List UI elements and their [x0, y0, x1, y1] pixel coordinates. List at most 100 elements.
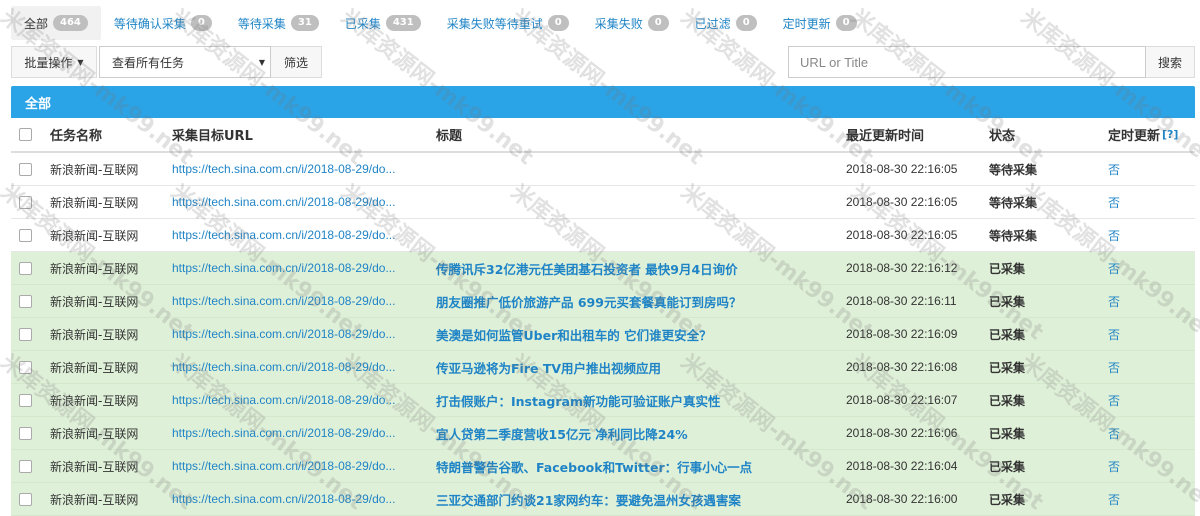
status-text: 已采集: [989, 426, 1026, 441]
scheduled-toggle-link[interactable]: 否: [1108, 351, 1193, 383]
table-row: 新浪新闻-互联网 https://tech.sina.com.cn/i/2018-…: [11, 384, 1195, 417]
target-url-link[interactable]: https://tech.sina.com.cn/i/2018-08-29/do…: [172, 483, 427, 515]
row-checkbox[interactable]: [19, 261, 32, 275]
target-url-link[interactable]: https://tech.sina.com.cn/i/2018-08-29/do…: [172, 351, 427, 383]
tab-failed-retry[interactable]: 采集失败等待重试 0: [434, 6, 582, 40]
table-row: 新浪新闻-互联网 https://tech.sina.com.cn/i/2018-…: [11, 153, 1195, 186]
filter-button[interactable]: 筛选: [271, 46, 322, 78]
article-title-link[interactable]: 美澳是如何监管Uber和出租车的 它们谁更安全？: [436, 318, 836, 350]
task-name: 新浪新闻-互联网: [50, 393, 139, 408]
scheduled-toggle-link[interactable]: 否: [1108, 153, 1193, 185]
target-url-link[interactable]: https://tech.sina.com.cn/i/2018-08-29/do…: [172, 417, 427, 449]
row-checkbox[interactable]: [19, 294, 32, 308]
row-checkbox[interactable]: [19, 327, 32, 341]
article-title-link[interactable]: 打击假账户：Instagram新功能可验证账户真实性: [436, 384, 836, 416]
scheduled-toggle-link[interactable]: 否: [1108, 450, 1193, 482]
row-checkbox[interactable]: [19, 228, 32, 242]
task-name: 新浪新闻-互联网: [50, 228, 139, 243]
status-text: 已采集: [989, 327, 1026, 342]
scheduled-toggle-link[interactable]: 否: [1108, 417, 1193, 449]
scheduled-toggle-link[interactable]: 否: [1108, 285, 1193, 317]
select-all-checkbox[interactable]: [19, 128, 32, 141]
scheduled-toggle-link[interactable]: 否: [1108, 318, 1193, 350]
update-time: 2018-08-30 22:16:05: [846, 228, 958, 242]
status-text: 等待采集: [989, 195, 1038, 210]
row-checkbox-cell: [19, 153, 33, 185]
table-row: 新浪新闻-互联网 https://tech.sina.com.cn/i/2018-…: [11, 483, 1195, 516]
bulk-actions-dropdown[interactable]: 批量操作 ▼: [11, 46, 97, 78]
row-checkbox[interactable]: [19, 393, 32, 407]
status-text: 已采集: [989, 294, 1026, 309]
row-checkbox[interactable]: [19, 162, 32, 176]
table-row: 新浪新闻-互联网 https://tech.sina.com.cn/i/2018-…: [11, 417, 1195, 450]
task-view-select[interactable]: 查看所有任务 ▼: [99, 46, 271, 78]
tab-label: 全部: [24, 16, 49, 31]
tab-all[interactable]: 全部 464: [11, 6, 101, 40]
table-row: 新浪新闻-互联网 https://tech.sina.com.cn/i/2018-…: [11, 186, 1195, 219]
row-checkbox-cell: [19, 450, 33, 482]
tab-collected[interactable]: 已采集 431: [332, 6, 434, 40]
row-checkbox[interactable]: [19, 195, 32, 209]
article-title-link[interactable]: 传腾讯斥32亿港元任美团基石投资者 最快9月4日询价: [436, 252, 836, 284]
target-url-link[interactable]: https://tech.sina.com.cn/i/2018-08-29/do…: [172, 450, 427, 482]
scheduled-toggle-link[interactable]: 否: [1108, 384, 1193, 416]
target-url-link[interactable]: https://tech.sina.com.cn/i/2018-08-29/do…: [172, 219, 427, 251]
target-url-link[interactable]: https://tech.sina.com.cn/i/2018-08-29/do…: [172, 384, 427, 416]
toolbar: 批量操作 ▼ 查看所有任务 ▼ 筛选: [11, 46, 322, 78]
update-time: 2018-08-30 22:16:05: [846, 195, 958, 209]
target-url-link[interactable]: https://tech.sina.com.cn/i/2018-08-29/do…: [172, 186, 427, 218]
row-checkbox[interactable]: [19, 459, 32, 473]
panel-title: 全部: [11, 86, 1195, 118]
count-badge: 0: [835, 15, 857, 31]
task-name: 新浪新闻-互联网: [50, 195, 139, 210]
table-row: 新浪新闻-互联网 https://tech.sina.com.cn/i/2018-…: [11, 252, 1195, 285]
status-tabs: 全部 464 等待确认采集 0 等待采集 31 已采集 431 采集失败等待重试 0 采集…: [11, 6, 870, 40]
tab-filtered[interactable]: 已过滤 0: [682, 6, 770, 40]
count-badge: 0: [547, 15, 569, 31]
task-name: 新浪新闻-互联网: [50, 261, 139, 276]
target-url-link[interactable]: https://tech.sina.com.cn/i/2018-08-29/do…: [172, 285, 427, 317]
article-title-link[interactable]: 宜人贷第二季度营收15亿元 净利同比降24%: [436, 417, 836, 449]
header-title: 标题: [436, 129, 463, 144]
target-url-link[interactable]: https://tech.sina.com.cn/i/2018-08-29/do…: [172, 252, 427, 284]
task-name: 新浪新闻-互联网: [50, 360, 139, 375]
header-status: 状态: [989, 129, 1016, 144]
row-checkbox[interactable]: [19, 426, 32, 440]
header-scheduled: 定时更新 [?]: [1108, 118, 1193, 151]
row-checkbox-cell: [19, 285, 33, 317]
scheduled-toggle-link[interactable]: 否: [1108, 483, 1193, 515]
task-name: 新浪新闻-互联网: [50, 327, 139, 342]
tab-failed[interactable]: 采集失败 0: [582, 6, 682, 40]
target-url-link[interactable]: https://tech.sina.com.cn/i/2018-08-29/do…: [172, 318, 427, 350]
status-text: 已采集: [989, 393, 1026, 408]
article-title-link[interactable]: 特朗普警告谷歌、Facebook和Twitter：行事小心一点: [436, 450, 836, 482]
task-name: 新浪新闻-互联网: [50, 294, 139, 309]
help-link[interactable]: [?]: [1162, 128, 1178, 141]
tab-pending[interactable]: 等待采集 31: [225, 6, 332, 40]
article-title-link[interactable]: 三亚交通部门约谈21家网约车：要避免温州女孩遇害案: [436, 483, 836, 515]
bulk-actions-label: 批量操作: [24, 55, 73, 70]
search-button[interactable]: 搜索: [1146, 46, 1195, 78]
row-checkbox-cell: [19, 186, 33, 218]
status-text: 等待采集: [989, 228, 1038, 243]
tab-scheduled[interactable]: 定时更新 0: [770, 6, 870, 40]
scheduled-toggle-link[interactable]: 否: [1108, 252, 1193, 284]
row-checkbox[interactable]: [19, 492, 32, 506]
tab-label: 采集失败等待重试: [446, 16, 543, 31]
count-badge: 0: [190, 15, 212, 31]
row-checkbox-cell: [19, 219, 33, 251]
article-title-link[interactable]: 朋友圈推广低价旅游产品 699元买套餐真能订到房吗？: [436, 285, 836, 317]
status-text: 已采集: [989, 261, 1026, 276]
target-url-link[interactable]: https://tech.sina.com.cn/i/2018-08-29/do…: [172, 153, 427, 185]
article-title-link[interactable]: 传亚马逊将为Fire TV用户推出视频应用: [436, 351, 836, 383]
tab-pending-confirm[interactable]: 等待确认采集 0: [101, 6, 225, 40]
scheduled-toggle-link[interactable]: 否: [1108, 219, 1193, 251]
article-title-link[interactable]: [436, 219, 836, 251]
article-title-link[interactable]: [436, 153, 836, 185]
row-checkbox[interactable]: [19, 360, 32, 374]
article-title-link[interactable]: [436, 186, 836, 218]
task-name: 新浪新闻-互联网: [50, 426, 139, 441]
scheduled-toggle-link[interactable]: 否: [1108, 186, 1193, 218]
search-input[interactable]: [788, 46, 1146, 78]
update-time: 2018-08-30 22:16:07: [846, 393, 958, 407]
